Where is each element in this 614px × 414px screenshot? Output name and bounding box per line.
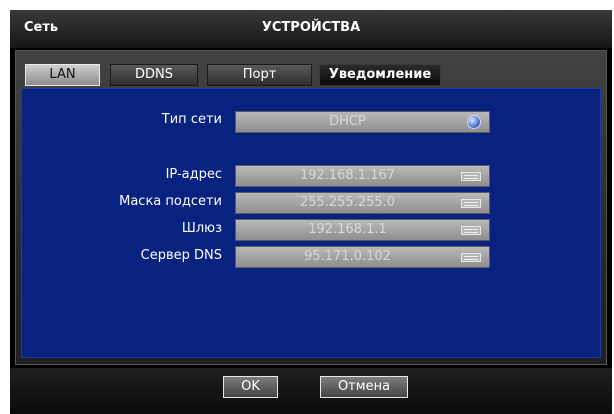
tab-ddns[interactable]: DDNS: [110, 64, 198, 86]
dialog-footer: OK Отмена: [10, 368, 612, 414]
tab-notification[interactable]: Уведомление: [319, 64, 441, 86]
lan-settings-area: Тип сети DHCP IP-адрес 192.168.1.167 Мас…: [21, 88, 601, 358]
network-type-value: DHCP: [329, 114, 366, 129]
keyboard-icon[interactable]: [461, 253, 481, 262]
title-bar: Сеть УСТРОЙСТВА: [10, 10, 612, 48]
settings-panel: LAN DDNS Порт Уведомление Тип сети DHCP …: [15, 50, 607, 365]
tab-port[interactable]: Порт: [207, 64, 312, 86]
ip-address-value: 192.168.1.167: [299, 168, 396, 183]
network-type-label: Тип сети: [161, 112, 222, 127]
window-title: УСТРОЙСТВА: [261, 20, 361, 35]
gateway-field[interactable]: 192.168.1.1: [235, 219, 490, 241]
dns-server-value: 95.171.0.102: [304, 249, 391, 264]
gateway-value: 192.168.1.1: [308, 222, 387, 237]
tab-lan[interactable]: LAN: [25, 64, 100, 86]
subnet-mask-field[interactable]: 255.255.255.0: [235, 192, 490, 214]
keyboard-icon[interactable]: [461, 199, 481, 208]
subnet-mask-value: 255.255.255.0: [299, 195, 396, 210]
subnet-mask-label: Маска подсети: [119, 194, 222, 209]
ip-address-label: IP-адрес: [165, 167, 222, 182]
gateway-label: Шлюз: [181, 221, 222, 236]
network-type-select[interactable]: DHCP: [235, 111, 490, 133]
keyboard-icon[interactable]: [461, 172, 481, 181]
ip-address-field[interactable]: 192.168.1.167: [235, 165, 490, 187]
cancel-button[interactable]: Отмена: [320, 376, 408, 398]
keyboard-icon[interactable]: [461, 226, 481, 235]
dns-server-field[interactable]: 95.171.0.102: [235, 246, 490, 268]
globe-icon[interactable]: [467, 115, 481, 129]
dns-server-label: Сервер DNS: [140, 248, 222, 263]
ok-button[interactable]: OK: [223, 376, 278, 398]
dialog-window: Сеть УСТРОЙСТВА LAN DDNS Порт Уведомлени…: [10, 10, 612, 414]
